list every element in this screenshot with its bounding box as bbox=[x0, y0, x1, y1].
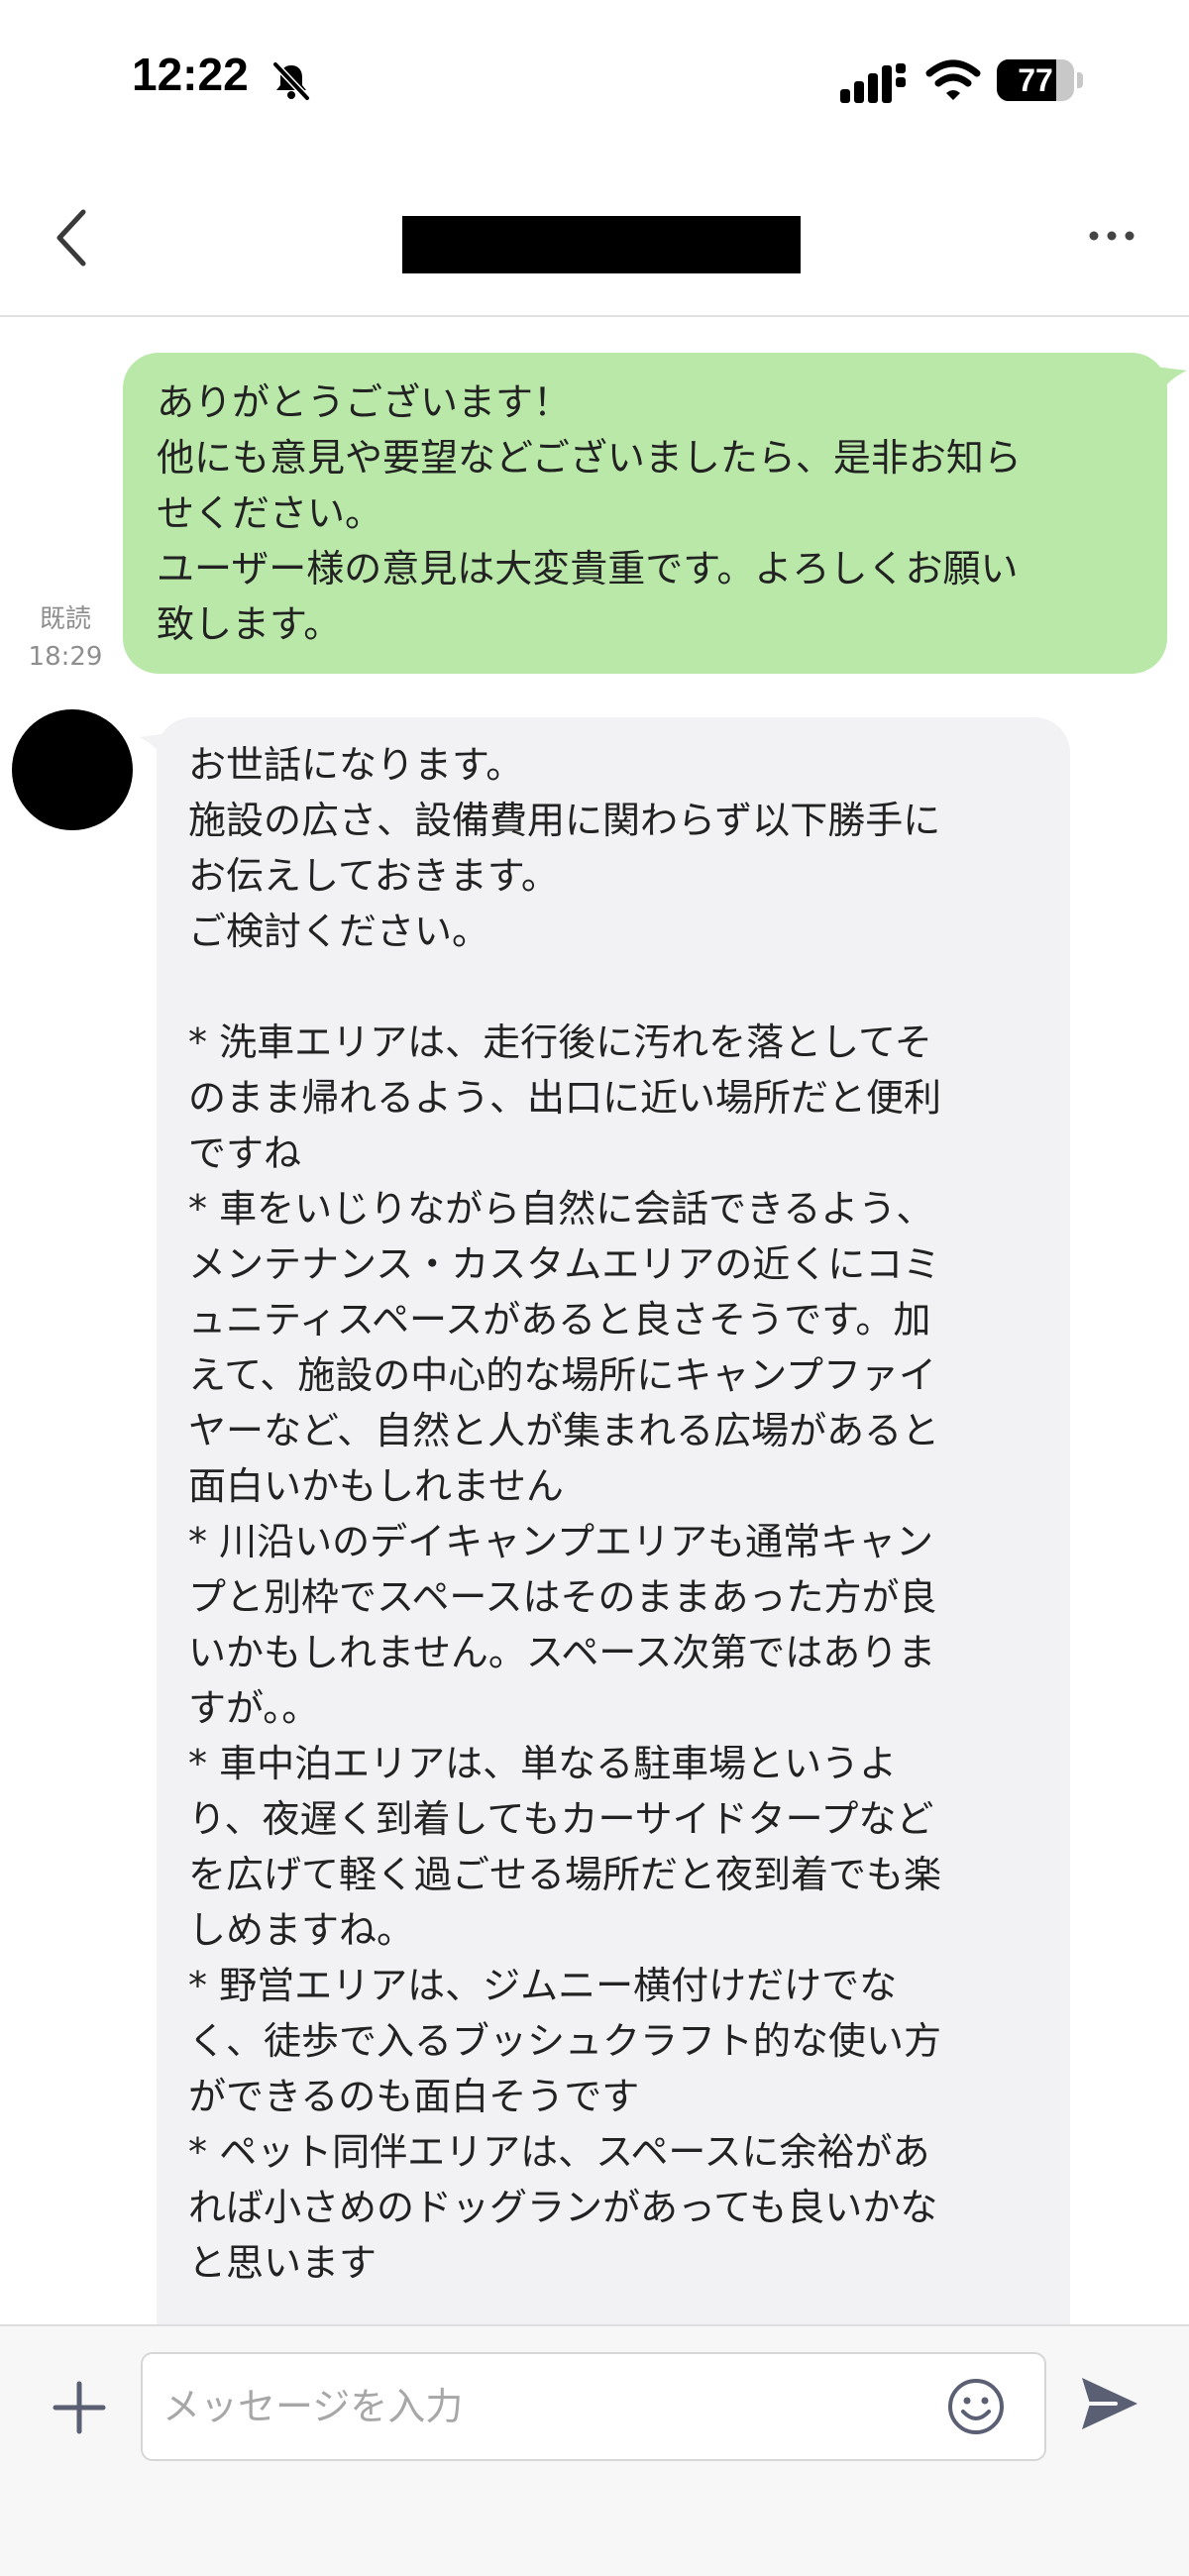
message-timestamp: 18:29 bbox=[28, 642, 103, 672]
cellular-signal-icon bbox=[840, 63, 906, 103]
battery-level: 77 bbox=[1018, 62, 1053, 98]
message-list[interactable]: ありがとうございます！ 他にも意見や要望などございましたら、是非お知ら せくださ… bbox=[0, 317, 1189, 2324]
send-icon bbox=[1082, 2378, 1137, 2429]
emoji-button[interactable] bbox=[945, 2376, 1007, 2437]
wifi-icon bbox=[925, 59, 981, 100]
more-options-button[interactable] bbox=[1080, 208, 1143, 264]
incoming-message-bubble[interactable]: お世話になります。 施設の広さ、設備費用に関わらず以下勝手に お伝えしておきます… bbox=[157, 717, 1070, 2324]
message-input-bar bbox=[0, 2324, 1189, 2576]
incoming-message-text: お世話になります。 施設の広さ、設備費用に関わらず以下勝手に お伝えしておきます… bbox=[188, 743, 942, 2285]
send-button[interactable] bbox=[1076, 2370, 1143, 2437]
chat-title-redacted bbox=[402, 216, 801, 273]
message-input[interactable] bbox=[162, 2354, 935, 2459]
battery-tip bbox=[1077, 72, 1083, 88]
back-button[interactable] bbox=[40, 198, 109, 277]
bell-muted-icon bbox=[271, 60, 311, 102]
sender-avatar[interactable] bbox=[12, 709, 133, 830]
smiley-icon bbox=[948, 2379, 1004, 2434]
chat-screen: 12:22 77 ありがとうございます！ 他にも意見や要望などございましたら、是… bbox=[0, 0, 1189, 2576]
read-status: 既読 bbox=[39, 604, 91, 634]
chevron-left-icon bbox=[56, 209, 86, 267]
status-time: 12:22 bbox=[132, 49, 249, 100]
battery-indicator: 77 bbox=[997, 59, 1084, 101]
outgoing-message-text: ありがとうございます！ 他にも意見や要望などございましたら、是非お知ら せくださ… bbox=[157, 380, 1022, 646]
chat-header bbox=[0, 159, 1189, 317]
message-meta: 既読 18:29 bbox=[14, 600, 117, 676]
more-horizontal-icon bbox=[1089, 231, 1135, 241]
message-input-box[interactable] bbox=[141, 2352, 1046, 2461]
outgoing-message-bubble[interactable]: ありがとうございます！ 他にも意見や要望などございましたら、是非お知ら せくださ… bbox=[123, 353, 1167, 674]
battery-body: 77 bbox=[997, 59, 1074, 101]
plus-icon bbox=[53, 2381, 106, 2434]
status-bar: 12:22 77 bbox=[0, 0, 1189, 159]
add-attachment-button[interactable] bbox=[48, 2376, 111, 2439]
